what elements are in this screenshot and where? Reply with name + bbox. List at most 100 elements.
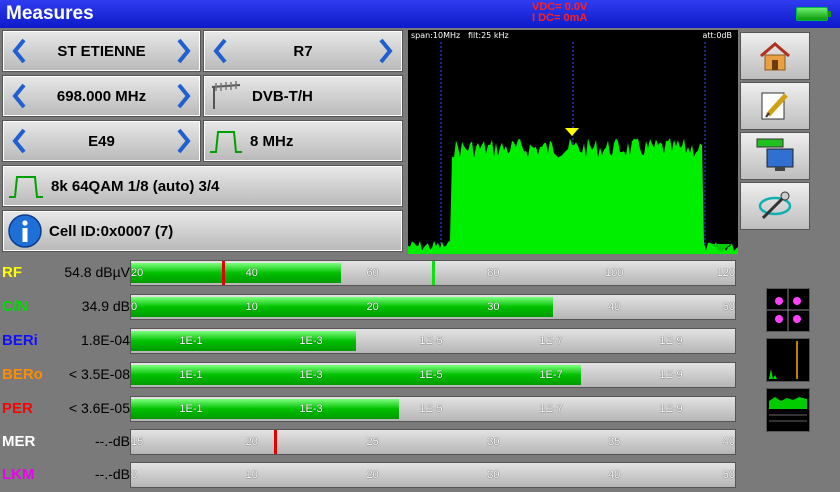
page-title: Measures — [6, 3, 94, 24]
measure-tick-label: 10 — [245, 301, 258, 313]
next-channel-number-arrow-icon[interactable] — [168, 121, 200, 161]
prev-station-arrow-icon[interactable] — [3, 31, 35, 71]
spectrum-view-icon — [767, 339, 809, 381]
measure-tick-label: 1E-1 — [179, 335, 203, 347]
measure-tick-label: 15 — [131, 436, 144, 448]
modulation-button[interactable]: 8k 64QAM 1/8 (auto) 3/4 — [2, 165, 403, 207]
prev-channel-arrow-icon[interactable] — [204, 31, 236, 71]
monitor-button[interactable] — [740, 132, 810, 180]
measure-tick-label: 30 — [487, 436, 500, 448]
next-channel-arrow-icon[interactable] — [370, 31, 402, 71]
measure-row-beri: BERi 1.8E-04 1E-1 1E-3 1E-5 1E-7 1E-9 — [0, 326, 740, 356]
channel-label: R7 — [293, 42, 313, 60]
measure-value: < 3.5E-08 — [68, 366, 130, 382]
next-station-arrow-icon[interactable] — [168, 31, 200, 71]
constellation-button[interactable] — [766, 288, 810, 332]
measure-tick-label: 40 — [608, 301, 621, 313]
antenna-icon — [211, 81, 241, 109]
measure-tick-label: 40 — [608, 469, 621, 481]
measure-tick-label: 1E-3 — [299, 403, 323, 415]
measure-value: 1.8E-04 — [80, 332, 130, 348]
modulation-label: 8k 64QAM 1/8 (auto) 3/4 — [51, 177, 220, 195]
bandwidth-button[interactable]: 8 MHz — [203, 120, 403, 162]
measure-tick-label: 30 — [487, 469, 500, 481]
measure-marker-green — [431, 261, 435, 285]
standard-button[interactable]: DVB-T/H — [203, 75, 403, 117]
measure-tick-label: 1E-9 — [659, 369, 683, 381]
measure-value: --.-dB — [95, 433, 130, 449]
measure-tick-label: 1E-3 — [299, 335, 323, 347]
measure-marker-red — [274, 430, 278, 454]
measure-name: BERo — [2, 366, 43, 383]
edit-button[interactable] — [740, 82, 810, 130]
measure-tick-label: 30 — [487, 301, 500, 313]
frequency-label: 698.000 MHz — [56, 87, 147, 105]
channel-number-selector[interactable]: E49 — [2, 120, 201, 162]
next-frequency-arrow-icon[interactable] — [168, 76, 200, 116]
measure-tick-label: 40 — [245, 267, 258, 279]
measure-name: RF — [2, 264, 22, 281]
prev-channel-number-arrow-icon[interactable] — [3, 121, 35, 161]
measure-row-bero: BERo < 3.5E-08 1E-1 1E-3 1E-5 1E-7 1E-9 — [0, 360, 740, 390]
tv-monitor-icon — [756, 138, 794, 171]
measure-bar: 1E-1 1E-3 1E-5 1E-7 1E-9 — [130, 328, 736, 354]
cell-id-label: Cell ID:0x0007 (7) — [49, 222, 174, 240]
edit-icon — [761, 92, 788, 120]
measure-bar: 15 20 25 30 35 40 — [130, 429, 736, 455]
measure-tick-label: 1E-1 — [179, 403, 203, 415]
measure-name: BERi — [2, 332, 38, 349]
measure-tick-label: 1E-1 — [179, 369, 203, 381]
measure-row-mer: MER --.-dB 15 20 25 30 35 40 — [0, 427, 740, 457]
battery-icon — [796, 7, 831, 21]
measure-tick-label: 1E-5 — [419, 403, 443, 415]
measure-tick-label: 1E-7 — [539, 369, 563, 381]
spectrum-display[interactable]: span:10MHz filt:25 kHz att:0dB — [408, 30, 738, 254]
idc-readout: I DC= 0mA — [532, 12, 588, 24]
measure-tick-label: 0 — [131, 301, 138, 313]
measure-tick-label: 120 — [716, 267, 735, 279]
station-selector[interactable]: ST ETIENNE — [2, 30, 201, 72]
prev-frequency-arrow-icon[interactable] — [3, 76, 35, 116]
measure-tick-label: 1E-5 — [419, 369, 443, 381]
frequency-selector[interactable]: 698.000 MHz — [2, 75, 201, 117]
measure-tick-label: 20 — [131, 267, 144, 279]
measure-name: MER — [2, 433, 36, 450]
home-icon — [760, 42, 790, 71]
measure-tick-label: 100 — [605, 267, 624, 279]
constellation-icon — [767, 289, 809, 331]
bandwidth-label: 8 MHz — [250, 132, 294, 150]
satellite-pointing-icon — [758, 191, 792, 220]
measure-value: --.-dB — [95, 466, 130, 482]
measure-row-lkm: LKM --.-dB 0 10 20 30 40 50 — [0, 460, 740, 490]
measure-tick-label: 25 — [366, 436, 379, 448]
measure-value: 34.9 dB — [81, 298, 130, 314]
cell-info-button[interactable]: Cell ID:0x0007 (7) — [2, 210, 403, 252]
spectrum-view-button[interactable] — [766, 338, 810, 382]
measure-bar-fill — [131, 263, 342, 283]
channel-selector[interactable]: R7 — [203, 30, 403, 72]
measure-name: PER — [2, 400, 33, 417]
bandwidth-filter-icon — [9, 176, 43, 198]
title-bar: Measures VDC= 0.0V I DC= 0mA — [0, 0, 840, 28]
measure-tick-label: 50 — [722, 301, 735, 313]
measure-bar: 0 10 20 30 40 50 — [130, 462, 736, 488]
measure-tick-label: 60 — [366, 267, 379, 279]
measure-bar: 1E-1 1E-3 1E-5 1E-7 1E-9 — [130, 362, 736, 388]
measure-tick-label: 20 — [366, 469, 379, 481]
measure-tick-label: 1E-9 — [659, 335, 683, 347]
measure-tick-label: 1E-5 — [419, 335, 443, 347]
measure-tick-label: 10 — [245, 469, 258, 481]
measure-name: C/N — [2, 298, 28, 315]
pointing-button[interactable] — [740, 182, 810, 230]
measure-bar: 20 40 60 80 100 120 — [130, 260, 736, 286]
marker-icon — [565, 128, 579, 136]
home-button[interactable] — [740, 32, 810, 80]
measure-row-cn: C/N 34.9 dB 0 10 20 30 40 50 — [0, 292, 740, 322]
measure-row-per: PER < 3.6E-05 1E-1 1E-3 1E-5 1E-7 1E-9 — [0, 394, 740, 424]
measure-value: 54.8 dBµV — [64, 264, 130, 280]
echoes-view-icon — [767, 389, 809, 431]
echoes-view-button[interactable] — [766, 388, 810, 432]
measure-tick-label: 1E-7 — [539, 403, 563, 415]
measure-bar: 0 10 20 30 40 50 — [130, 294, 736, 320]
bandwidth-filter-icon — [210, 131, 242, 153]
